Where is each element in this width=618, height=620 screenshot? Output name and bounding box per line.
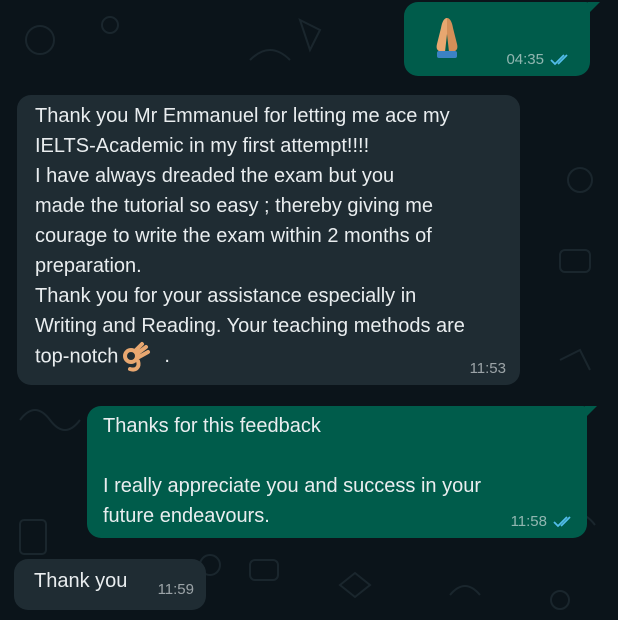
- message-trailing-text: .: [164, 345, 170, 368]
- message-meta: 11:59: [158, 581, 194, 598]
- message-incoming-feedback[interactable]: Thank you Mr Emmanuel for letting me ace…: [17, 95, 520, 385]
- folded-hands-emoji: [436, 18, 458, 58]
- message-outgoing-emoji[interactable]: 04:35: [404, 2, 590, 76]
- message-body: Thank you Mr Emmanuel for letting me ace…: [35, 105, 465, 368]
- message-text: Thanks for this feedback I really apprec…: [103, 415, 481, 527]
- message-outgoing-reply[interactable]: Thanks for this feedback I really apprec…: [87, 406, 587, 538]
- message-time: 11:59: [157, 581, 194, 598]
- message-time: 11:53: [469, 360, 506, 377]
- bubble-tail: [588, 2, 600, 14]
- message-text: Thank you Mr Emmanuel for letting me ace…: [35, 101, 502, 373]
- message-time: 04:35: [506, 51, 544, 68]
- message-time: 11:58: [510, 513, 547, 530]
- read-ticks-icon: [553, 515, 575, 529]
- message-incoming-thanks[interactable]: Thank you 11:59: [14, 559, 206, 610]
- bubble-tail: [585, 406, 597, 418]
- read-ticks-icon: [550, 53, 572, 67]
- ok-hand-emoji: [123, 342, 151, 372]
- message-meta: 11:58: [511, 513, 575, 530]
- message-meta: 04:35: [506, 51, 572, 68]
- message-meta: 11:53: [470, 360, 506, 377]
